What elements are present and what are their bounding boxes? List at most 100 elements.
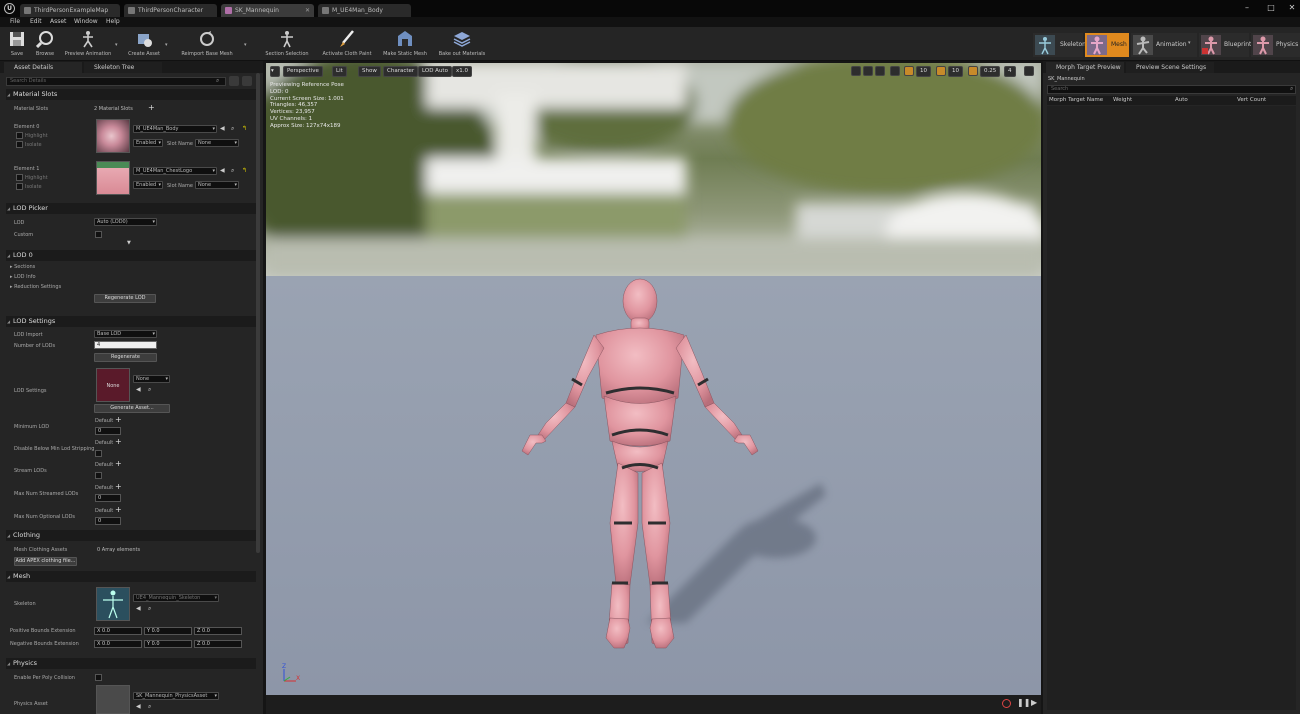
reset-icon[interactable]: ↰ xyxy=(242,167,247,174)
skeleton-thumbnail[interactable] xyxy=(96,587,130,621)
view-options-button[interactable] xyxy=(229,76,239,86)
pause-icon[interactable]: ❚❚ xyxy=(1017,698,1030,707)
tab-preview-scene-settings[interactable]: Preview Scene Settings xyxy=(1126,62,1214,73)
add-platform-override-icon[interactable]: + xyxy=(115,438,122,446)
add-platform-override-icon[interactable]: + xyxy=(115,460,122,468)
preview-animation-dropdown-icon[interactable]: ▾ xyxy=(115,42,121,48)
section-lod-picker[interactable]: LOD Picker xyxy=(6,203,256,214)
reimport-base-mesh-button[interactable]: Reimport Base Mesh xyxy=(178,29,236,59)
maximize-button[interactable]: □ xyxy=(1266,3,1276,13)
add-slot-icon[interactable]: + xyxy=(148,104,155,112)
section-physics[interactable]: Physics xyxy=(6,658,256,669)
perspective-button[interactable]: Perspective xyxy=(283,66,323,77)
positive-bounds-y[interactable]: Y 0.0 xyxy=(144,627,192,635)
material-combo-1[interactable]: M_UE4Man_ChestLogo xyxy=(133,167,217,175)
max-optional-lods-input[interactable]: 0 xyxy=(95,517,121,525)
column-auto[interactable]: Auto xyxy=(1175,96,1188,105)
preview-animation-button[interactable]: Preview Animation xyxy=(62,29,114,59)
grid-snap-value[interactable]: 10 xyxy=(916,66,931,77)
section-lod-settings[interactable]: LOD Settings xyxy=(6,316,256,327)
record-icon[interactable] xyxy=(1002,699,1011,708)
add-platform-override-icon[interactable]: + xyxy=(115,416,122,424)
column-weight[interactable]: Weight xyxy=(1113,96,1132,105)
mode-skeleton-button[interactable]: Skeleton xyxy=(1033,33,1086,57)
menu-file[interactable]: File xyxy=(10,17,20,27)
tab-third-person-map[interactable]: ThirdPersonExampleMap xyxy=(20,4,120,17)
rotation-snap-icon[interactable] xyxy=(936,66,946,76)
scale-snap-icon[interactable] xyxy=(968,66,978,76)
character-button[interactable]: Character xyxy=(383,66,419,77)
section-selection-button[interactable]: Section Selection xyxy=(262,29,312,59)
physics-asset-combo[interactable]: SK_Mannequin_PhysicsAsset xyxy=(133,692,219,700)
details-search-input[interactable]: Search Details xyxy=(6,77,226,86)
generate-asset-button[interactable]: Generate Asset... xyxy=(94,404,170,413)
preview-viewport[interactable]: ▾ Perspective Lit Show Character LOD Aut… xyxy=(266,63,1041,695)
show-button[interactable]: Show xyxy=(358,66,381,77)
add-platform-override-icon[interactable]: + xyxy=(115,483,122,491)
lod-import-combo[interactable]: Base LOD xyxy=(94,330,157,338)
use-selected-icon[interactable]: ◀ xyxy=(220,125,225,132)
maximize-viewport-icon[interactable] xyxy=(1024,66,1034,76)
translate-mode-icon[interactable] xyxy=(851,66,861,76)
negative-bounds-x[interactable]: X 0.0 xyxy=(94,640,142,648)
custom-lod-checkbox[interactable] xyxy=(95,231,102,238)
isolate-checkbox-0[interactable] xyxy=(16,141,23,148)
scale-mode-icon[interactable] xyxy=(875,66,885,76)
lod-settings-thumbnail[interactable]: None xyxy=(96,368,130,402)
material-thumbnail-0[interactable] xyxy=(96,119,130,153)
highlight-checkbox-0[interactable] xyxy=(16,132,23,139)
lod-auto-button[interactable]: LOD Auto xyxy=(418,66,452,77)
create-asset-button[interactable]: Create Asset xyxy=(124,29,164,59)
lod-picker-combo[interactable]: Auto (LOD0) xyxy=(94,218,157,226)
tab-sk-mannequin[interactable]: SK_Mannequin ✕ xyxy=(221,4,314,17)
browse-button[interactable]: Browse xyxy=(32,29,58,59)
lit-button[interactable]: Lit xyxy=(332,66,347,77)
tab-asset-details[interactable]: Asset Details xyxy=(4,62,82,73)
enabled-combo-0[interactable]: Enabled xyxy=(133,139,163,147)
stream-lods-checkbox[interactable] xyxy=(95,472,102,479)
tab-morph-target-preview[interactable]: Morph Target Preview xyxy=(1046,62,1124,73)
slot-name-input-1[interactable]: None xyxy=(195,181,239,189)
column-morph-target-name[interactable]: Morph Target Name xyxy=(1049,96,1103,105)
tab-skeleton-tree[interactable]: Skeleton Tree xyxy=(84,62,162,73)
world-local-icon[interactable] xyxy=(890,66,900,76)
create-asset-dropdown-icon[interactable]: ▾ xyxy=(165,42,171,48)
menu-help[interactable]: Help xyxy=(106,17,120,27)
use-selected-icon[interactable]: ◀ xyxy=(136,386,141,393)
lod0-lod-info[interactable]: ▸ LOD Info xyxy=(10,274,36,280)
menu-asset[interactable]: Asset xyxy=(50,17,66,27)
rotation-snap-value[interactable]: 10 xyxy=(948,66,963,77)
minimize-button[interactable]: – xyxy=(1242,3,1252,13)
browse-asset-icon[interactable]: ⌕ xyxy=(231,125,234,133)
bake-out-materials-button[interactable]: Bake out Materials xyxy=(436,29,488,59)
positive-bounds-x[interactable]: X 0.0 xyxy=(94,627,142,635)
mode-mesh-button[interactable]: Mesh xyxy=(1085,33,1129,57)
negative-bounds-z[interactable]: Z 0.0 xyxy=(194,640,242,648)
lod0-sections[interactable]: ▸ Sections xyxy=(10,264,35,270)
animation-dropdown-icon[interactable]: ▾ xyxy=(1188,40,1194,46)
browse-asset-icon[interactable]: ⌕ xyxy=(148,386,151,394)
use-selected-icon[interactable]: ◀ xyxy=(220,167,225,174)
use-selected-icon[interactable]: ◀ xyxy=(136,605,141,612)
close-tab-icon[interactable]: ✕ xyxy=(305,4,310,17)
physics-asset-thumbnail[interactable] xyxy=(96,685,130,714)
playback-speed-button[interactable]: x1.0 xyxy=(452,66,473,77)
grid-snap-icon[interactable] xyxy=(904,66,914,76)
activate-cloth-paint-button[interactable]: Activate Cloth Paint xyxy=(318,29,376,59)
use-selected-icon[interactable]: ◀ xyxy=(136,703,141,710)
section-clothing[interactable]: Clothing xyxy=(6,530,256,541)
enabled-combo-1[interactable]: Enabled xyxy=(133,181,163,189)
mode-physics-button[interactable]: Physics xyxy=(1251,33,1300,57)
menu-edit[interactable]: Edit xyxy=(30,17,42,27)
viewport-options-button[interactable]: ▾ xyxy=(270,66,280,77)
section-mesh[interactable]: Mesh xyxy=(6,571,256,582)
disable-below-min-lod-checkbox[interactable] xyxy=(95,450,102,457)
mode-blueprint-button[interactable]: Blueprint xyxy=(1199,33,1251,57)
step-forward-icon[interactable]: ▶ xyxy=(1031,698,1037,707)
positive-bounds-z[interactable]: Z 0.0 xyxy=(194,627,242,635)
make-static-mesh-button[interactable]: Make Static Mesh xyxy=(380,29,430,59)
mannequin-character[interactable] xyxy=(266,63,1041,695)
section-lod-0[interactable]: LOD 0 xyxy=(6,250,256,261)
browse-asset-icon[interactable]: ⌕ xyxy=(148,703,151,711)
per-poly-collision-checkbox[interactable] xyxy=(95,674,102,681)
